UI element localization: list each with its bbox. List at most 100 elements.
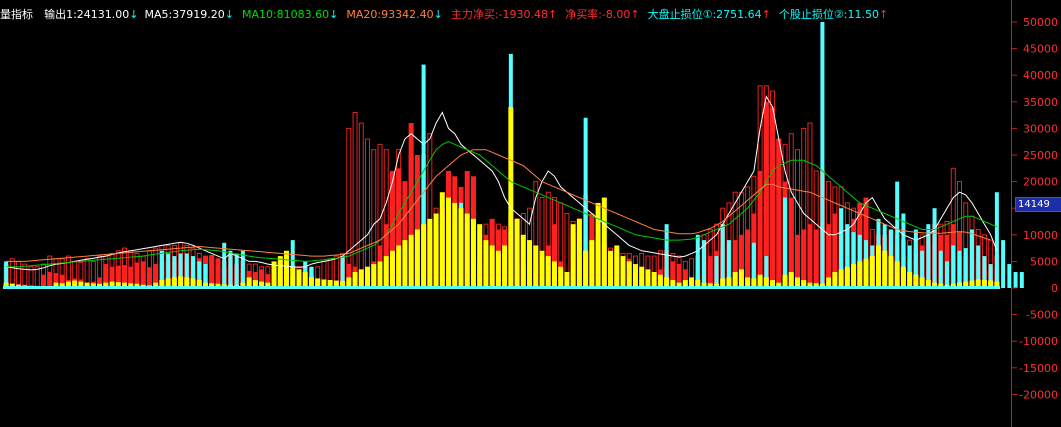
yellow-bar — [645, 269, 651, 288]
header-item-arrow: ↓ — [329, 8, 339, 21]
yellow-bar — [402, 240, 408, 288]
yellow-bar — [470, 218, 476, 288]
yellow-bar — [894, 261, 900, 288]
yellow-bar — [377, 261, 383, 288]
yellow-bar — [832, 272, 838, 288]
red-outline-bar — [365, 138, 371, 289]
y-tick-label: 0 — [1051, 282, 1058, 295]
yellow-bar — [851, 264, 857, 288]
red-bar — [209, 255, 215, 288]
yellow-bar — [452, 202, 458, 288]
header-item-arrow: ↑ — [761, 8, 771, 21]
yellow-bar — [589, 240, 595, 288]
red-bar — [215, 258, 221, 288]
cyan-bar — [945, 261, 950, 288]
yellow-bar — [863, 258, 869, 288]
header-item-arrow: ↑ — [548, 8, 558, 21]
y-tick-label: 25000 — [1023, 149, 1058, 162]
yellow-bar — [551, 261, 557, 288]
yellow-bar — [389, 250, 395, 288]
yellow-bar — [632, 264, 638, 288]
y-tick-label: 35000 — [1023, 96, 1058, 109]
cyan-bar — [938, 250, 943, 288]
cyan-bar — [783, 197, 788, 288]
red-bar — [776, 139, 782, 288]
header-item-arrow: ↓ — [129, 8, 139, 21]
yellow-bar — [427, 218, 433, 288]
y-tick-label: 45000 — [1023, 43, 1058, 56]
indicator-title: 量指标 — [0, 8, 33, 21]
cyan-bar — [1001, 240, 1006, 288]
yellow-bar — [352, 272, 358, 288]
yellow-bar — [614, 245, 620, 288]
yellow-bar — [284, 250, 290, 288]
yellow-bar — [838, 269, 844, 288]
yellow-bar — [576, 218, 582, 288]
header-item-label: 主力净买:-1930.48 — [450, 8, 548, 21]
yellow-bar — [639, 266, 645, 288]
yellow-bar — [533, 245, 539, 288]
yellow-bar — [882, 250, 888, 288]
yellow-bar — [446, 197, 452, 288]
yellow-bar — [514, 218, 520, 288]
header-item-arrow: ↓ — [433, 8, 443, 21]
cyan-bar — [228, 250, 233, 288]
yellow-bar — [290, 266, 296, 288]
yellow-bar — [508, 107, 514, 289]
y-tick-label: 20000 — [1023, 176, 1058, 189]
yellow-bar — [545, 256, 551, 288]
yellow-bar — [601, 197, 607, 288]
yellow-bar — [732, 272, 738, 288]
y-tick-label: -20000 — [1019, 388, 1058, 401]
yellow-bar — [408, 234, 414, 288]
yellow-bar — [383, 256, 389, 288]
yellow-bar — [396, 245, 402, 288]
header-item: 个股止损位②:11.50↑ — [779, 8, 888, 21]
yellow-bar — [439, 192, 445, 288]
red-outline-bar — [22, 263, 28, 289]
yellow-bar — [651, 272, 657, 288]
yellow-bar — [539, 250, 545, 288]
cyan-bar — [820, 22, 825, 288]
yellow-bar — [520, 234, 526, 288]
yellow-bar — [900, 266, 906, 288]
header-item-arrow: ↑ — [878, 8, 889, 21]
yellow-bar — [738, 269, 744, 288]
yellow-bar — [483, 240, 489, 288]
yellow-bar — [788, 272, 794, 288]
red-bar — [770, 107, 776, 289]
plot-area — [3, 22, 1024, 289]
red-bar — [801, 229, 807, 288]
red-bar — [813, 229, 819, 288]
y-tick-label: -10000 — [1019, 335, 1058, 348]
yellow-bar — [421, 224, 427, 288]
header-item-arrow: ↓ — [224, 8, 234, 21]
yellow-bar — [277, 256, 283, 288]
yellow-bar — [620, 256, 626, 288]
red-bar — [146, 267, 152, 288]
cyan-bar — [222, 242, 227, 288]
yellow-bar — [583, 250, 589, 288]
yellow-bar — [907, 272, 913, 288]
header-item-label: MA10:81083.60 — [241, 8, 330, 21]
y-tick-label: -5000 — [1026, 309, 1058, 322]
current-value-label: 14149 — [1018, 199, 1050, 210]
header-item-label: 大盘止损位①:2751.64 — [647, 8, 762, 21]
baseline-strip — [3, 286, 1000, 289]
header-item: MA5:37919.20↓ — [145, 8, 234, 21]
yellow-bar — [358, 269, 364, 288]
cyan-bar — [957, 250, 962, 288]
header-item: 大盘止损位①:2751.64↑ — [648, 8, 771, 21]
cyan-bar — [1013, 272, 1018, 288]
yellow-bar — [489, 245, 495, 288]
y-tick-label: 30000 — [1023, 122, 1058, 135]
cyan-bar — [994, 192, 999, 288]
yellow-bar — [464, 213, 470, 288]
yellow-bar — [477, 224, 483, 288]
header-item: MA20:93342.40↓ — [346, 8, 442, 21]
yellow-bar — [371, 264, 377, 288]
red-bar — [140, 261, 146, 288]
y-tick-label: -15000 — [1019, 362, 1058, 375]
current-value-badge: 14149 — [1015, 197, 1061, 212]
red-outline-bar — [358, 122, 364, 289]
